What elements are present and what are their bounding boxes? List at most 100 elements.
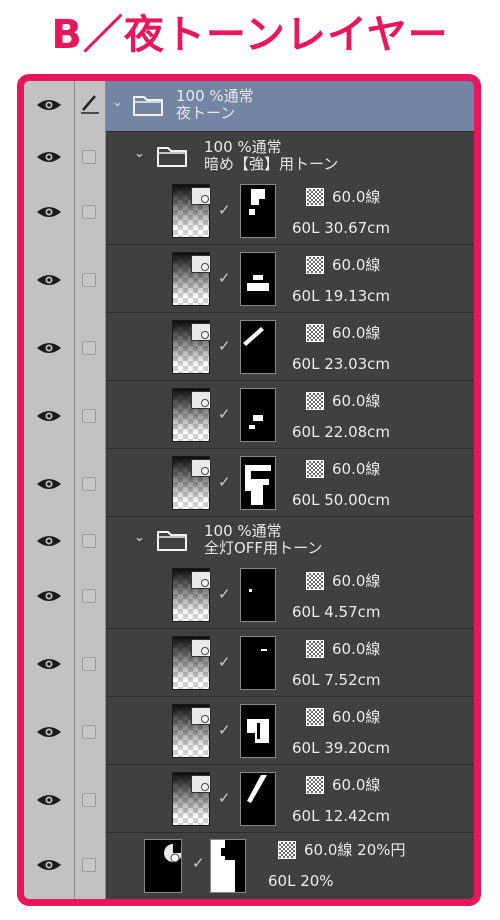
tone-pattern-icon <box>306 572 324 590</box>
eye-icon[interactable] <box>36 533 62 549</box>
folder-name: 全灯OFF用トーン <box>204 539 323 557</box>
layer-row[interactable]: ✓ 60.0線 60L 22.08cm <box>106 383 474 449</box>
chevron-down-icon[interactable]: ⌄ <box>134 147 146 160</box>
checkmark-icon: ✓ <box>218 405 231 423</box>
eye-icon[interactable] <box>36 857 62 873</box>
checkmark-icon: ✓ <box>218 337 231 355</box>
layer-mask-thumbnail <box>240 388 276 442</box>
layer-info: 60L 7.52cm <box>292 671 381 689</box>
checkmark-icon: ✓ <box>192 854 205 872</box>
layer-info: 60L 20% <box>268 872 334 890</box>
layer-row[interactable]: ✓ 60.0線 60L 23.03cm <box>106 315 474 381</box>
layer-info: 60L 23.03cm <box>292 355 391 373</box>
chevron-down-icon[interactable]: ⌄ <box>112 96 124 109</box>
layer-info: 60L 19.13cm <box>292 287 391 305</box>
eye-icon[interactable] <box>36 792 62 808</box>
tone-layer-badge-icon <box>191 187 211 205</box>
layer-row[interactable]: ✓ 60.0線 60L 7.52cm <box>106 631 474 697</box>
folder-name: 夜トーン <box>176 104 236 122</box>
layer-row[interactable]: ✓ 60.0線 60L 50.00cm <box>106 451 474 517</box>
layer-thumbnail <box>144 839 182 893</box>
tone-layer-badge-icon <box>191 323 211 341</box>
layer-row[interactable]: ✓ 60.0線 60L 4.57cm <box>106 563 474 629</box>
tone-pattern-icon <box>278 841 296 859</box>
layer-panel: ⌄ 100 %通常 夜トーン ⌄ 100 %通常 暗め【強】用トーン ⌄ 100… <box>17 74 481 906</box>
eye-icon[interactable] <box>36 149 62 165</box>
checkmark-icon: ✓ <box>218 201 231 219</box>
layer-info: 60L 22.08cm <box>292 423 391 441</box>
layer-row[interactable]: ✓ 60.0線 60L 30.67cm <box>106 179 474 245</box>
layer-mask-thumbnail <box>240 320 276 374</box>
checkmark-icon: ✓ <box>218 269 231 287</box>
layer-mask-thumbnail <box>240 636 276 690</box>
checkmark-icon: ✓ <box>218 653 231 671</box>
folder-icon <box>133 96 163 116</box>
layer-thumbnail <box>172 772 211 826</box>
lock-checkbox[interactable] <box>82 205 96 219</box>
lock-checkbox[interactable] <box>82 273 96 287</box>
eye-icon[interactable] <box>36 408 62 424</box>
layer-tone-info: 60.0線 <box>332 256 381 274</box>
eye-icon[interactable] <box>36 204 62 220</box>
layer-tone-info: 60.0線 <box>332 188 381 206</box>
pencil-icon[interactable] <box>80 93 100 115</box>
tone-pattern-icon <box>306 640 324 658</box>
tone-layer-badge-icon <box>191 571 211 589</box>
tone-pattern-icon <box>306 776 324 794</box>
tone-pattern-icon <box>306 708 324 726</box>
tone-layer-badge-icon <box>191 639 211 657</box>
layer-thumbnail <box>172 252 211 306</box>
tone-pattern-icon <box>306 392 324 410</box>
layer-tone-info: 60.0線 <box>332 392 381 410</box>
lock-checkbox[interactable] <box>82 725 96 739</box>
layer-row[interactable]: ✓ 60.0線 60L 19.13cm <box>106 247 474 313</box>
layer-tone-info: 60.0線 <box>332 324 381 342</box>
chevron-down-icon[interactable]: ⌄ <box>134 531 146 544</box>
tone-layer-badge-icon <box>191 707 211 725</box>
layer-mask-thumbnail <box>210 839 246 893</box>
folder-row-root[interactable]: ⌄ 100 %通常 夜トーン <box>106 81 474 131</box>
tone-pattern-icon <box>306 324 324 342</box>
eye-icon[interactable] <box>36 272 62 288</box>
eye-icon[interactable] <box>36 656 62 672</box>
layer-row-bottom[interactable]: ✓ 60.0線 20%円 60L 20% <box>106 832 474 898</box>
lock-checkbox[interactable] <box>82 534 96 548</box>
page-heading: B／夜トーンレイヤー <box>51 12 449 58</box>
layer-tone-info: 60.0線 20%円 <box>304 841 406 859</box>
eye-icon[interactable] <box>36 476 62 492</box>
tone-layer-badge-icon <box>191 255 211 273</box>
lock-checkbox[interactable] <box>82 150 96 164</box>
layer-mask-thumbnail <box>240 772 276 826</box>
layer-thumbnail <box>172 456 211 510</box>
tone-layer-badge-icon <box>191 775 211 793</box>
checkmark-icon: ✓ <box>218 721 231 739</box>
folder-name: 暗め【強】用トーン <box>204 155 339 173</box>
tone-layer-badge-icon <box>191 391 211 409</box>
lock-checkbox[interactable] <box>82 341 96 355</box>
eye-icon[interactable] <box>36 97 62 113</box>
folder-opacity-blend: 100 %通常 <box>204 522 282 540</box>
layer-row[interactable]: ✓ 60.0線 60L 39.20cm <box>106 699 474 765</box>
lock-checkbox[interactable] <box>82 589 96 603</box>
folder-row-2[interactable]: ⌄ 100 %通常 全灯OFF用トーン <box>106 516 474 566</box>
lock-checkbox[interactable] <box>82 858 96 872</box>
lock-checkbox[interactable] <box>82 477 96 491</box>
eye-icon[interactable] <box>36 340 62 356</box>
folder-row-1[interactable]: ⌄ 100 %通常 暗め【強】用トーン <box>106 132 474 182</box>
layer-mask-thumbnail <box>240 568 276 622</box>
layer-row[interactable]: ✓ 60.0線 60L 12.42cm <box>106 767 474 833</box>
eye-icon[interactable] <box>36 724 62 740</box>
layer-info: 60L 4.57cm <box>292 603 381 621</box>
layer-info: 60L 39.20cm <box>292 739 391 757</box>
layer-thumbnail <box>172 704 211 758</box>
lock-checkbox[interactable] <box>82 409 96 423</box>
lock-checkbox[interactable] <box>82 657 96 671</box>
lock-checkbox[interactable] <box>82 793 96 807</box>
layer-tone-info: 60.0線 <box>332 460 381 478</box>
layer-info: 60L 30.67cm <box>292 219 391 237</box>
layer-thumbnail <box>172 636 211 690</box>
folder-opacity-blend: 100 %通常 <box>176 87 254 105</box>
layer-info: 60L 50.00cm <box>292 491 391 509</box>
layer-thumbnail <box>172 388 211 442</box>
eye-icon[interactable] <box>36 588 62 604</box>
